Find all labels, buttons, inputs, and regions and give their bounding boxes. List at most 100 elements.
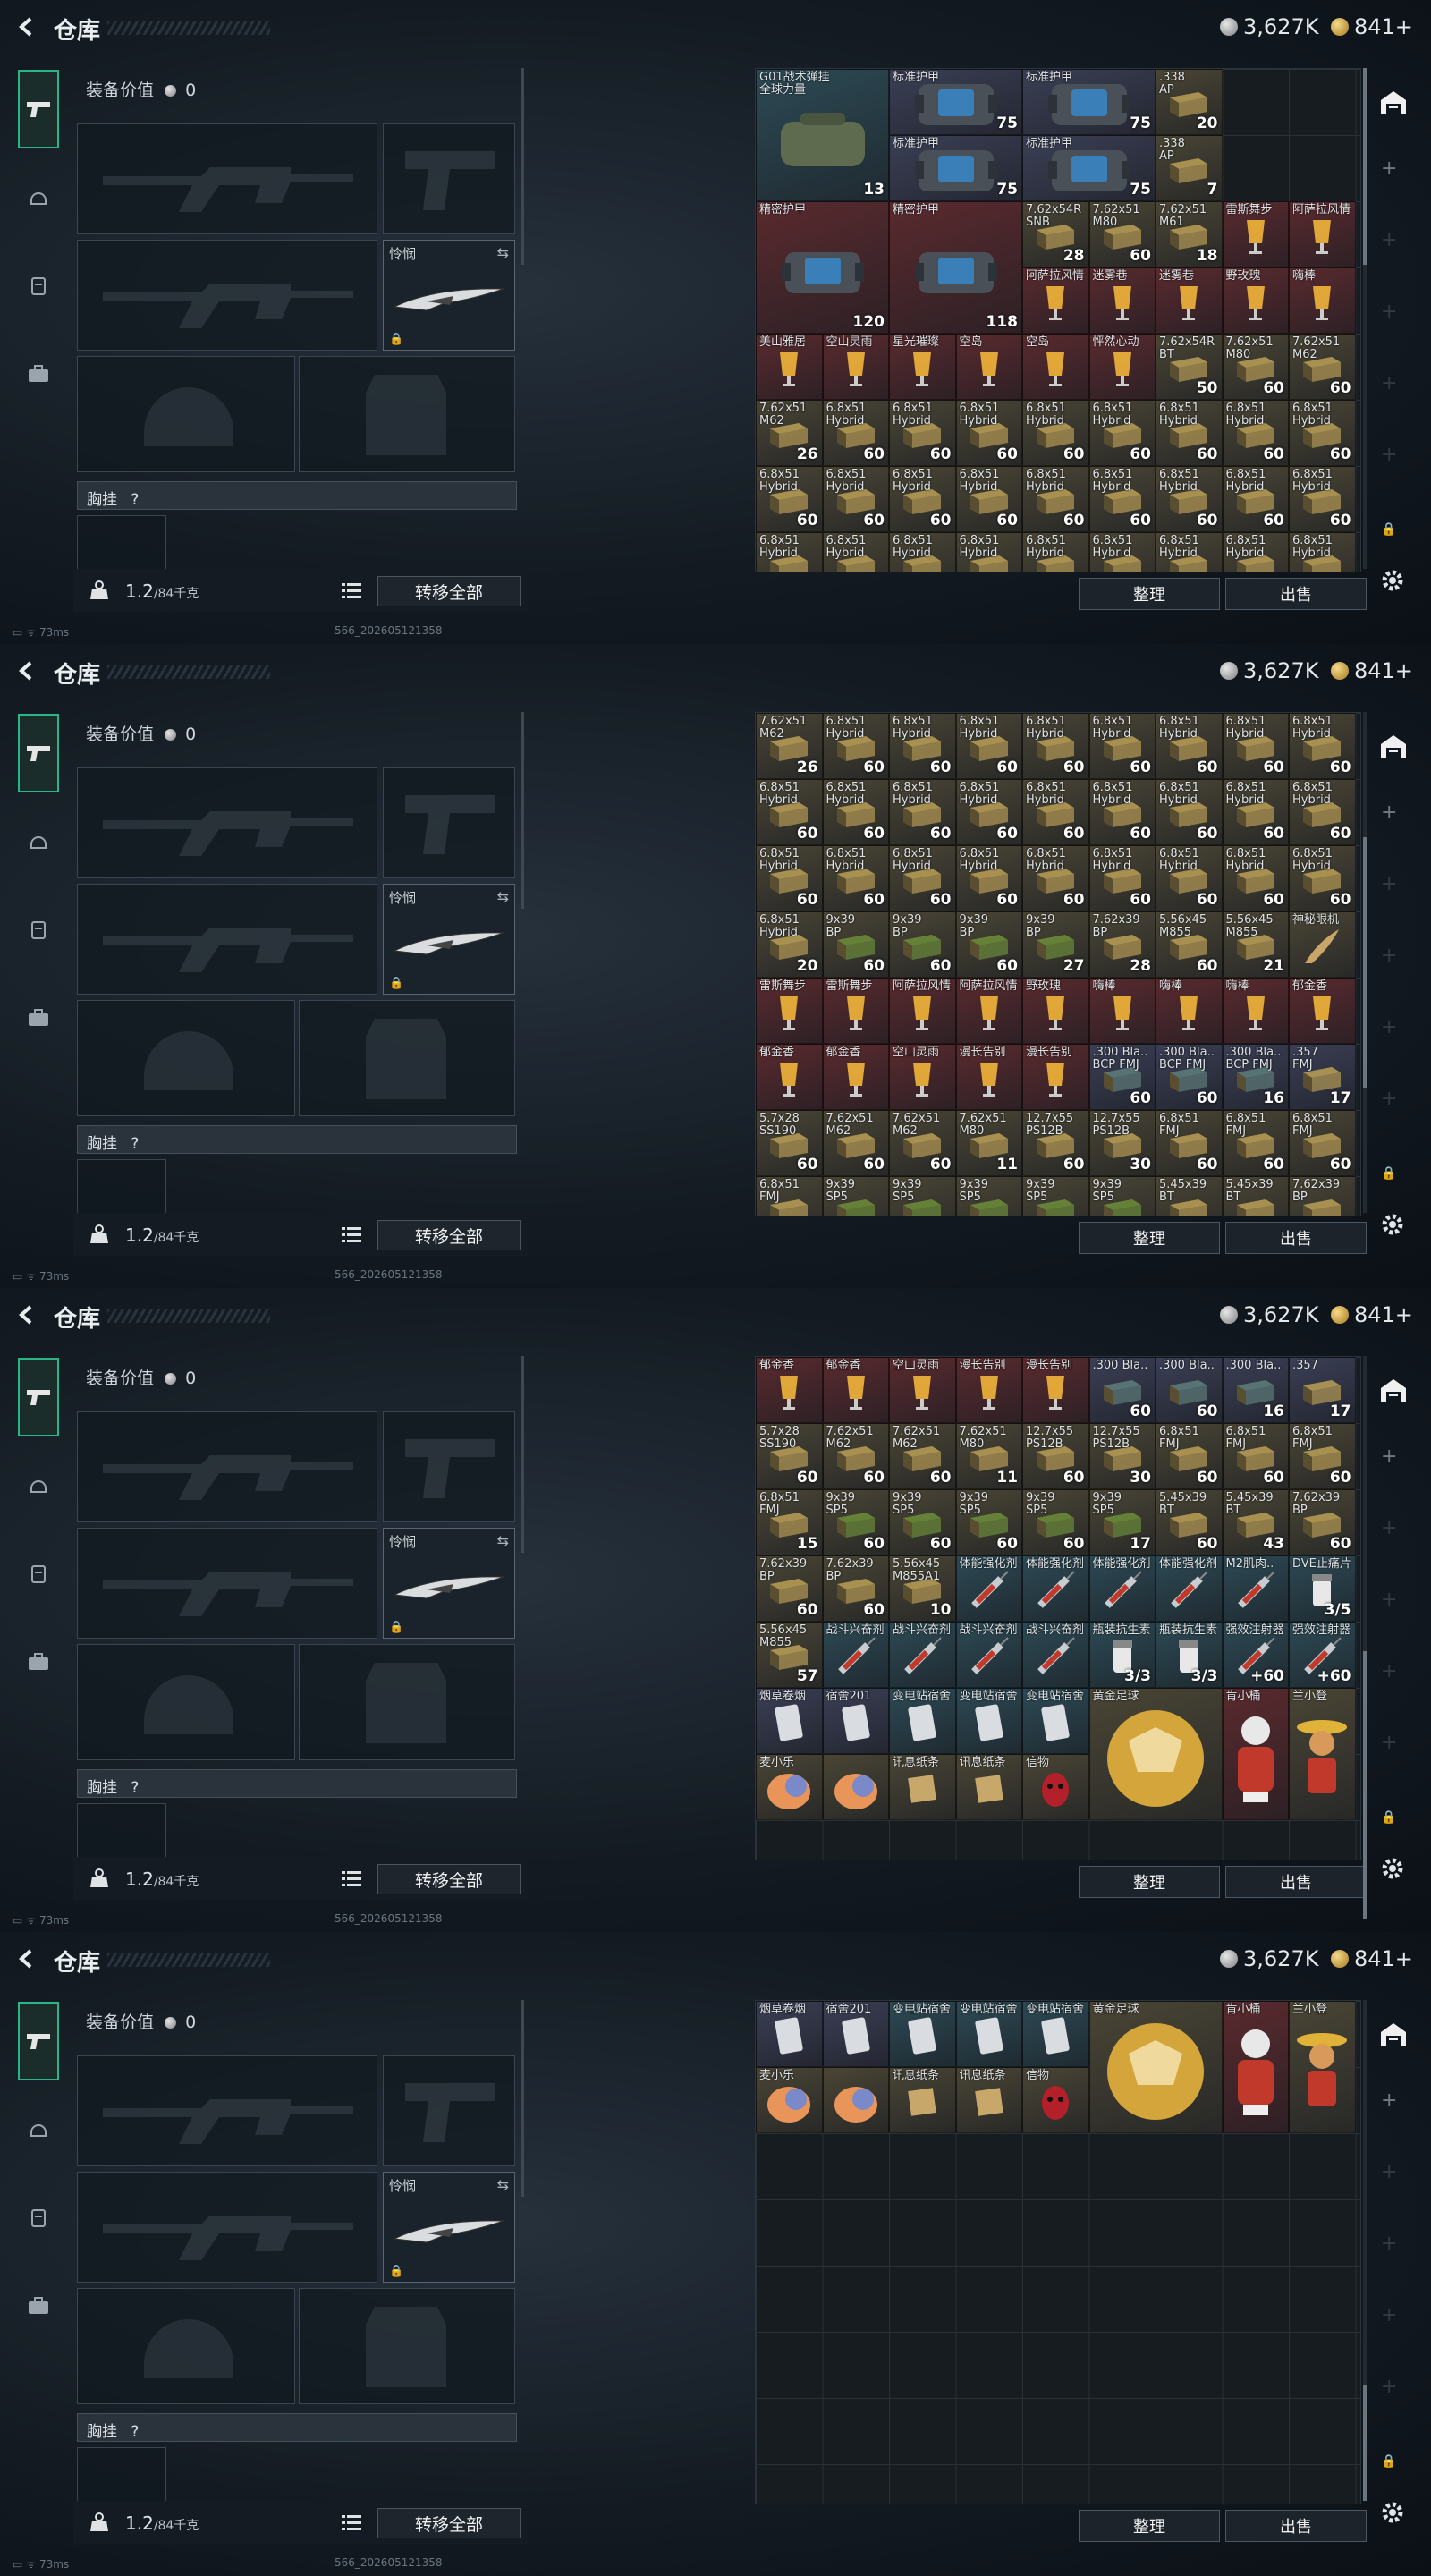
stash-item[interactable]: 6.8x51 Hybrid 60 — [1289, 845, 1356, 911]
stash-item[interactable]: 9x39 SP5 60 — [889, 1489, 956, 1555]
helmet-slot[interactable] — [77, 1000, 295, 1116]
gold-currency[interactable]: 841+ — [1331, 1302, 1413, 1327]
stash-item[interactable]: 6.8x51 FMJ 60 — [1156, 1110, 1223, 1176]
gear-icon[interactable] — [1379, 1211, 1406, 1238]
stash-item[interactable]: 变电站宿舍 — [1022, 1688, 1089, 1754]
stash-item[interactable]: 6.8x51 FMJ 60 — [1156, 1423, 1223, 1489]
stash-item[interactable]: 6.8x51 Hybrid 60 — [955, 466, 1022, 532]
sort-button[interactable]: 整理 — [1079, 1222, 1220, 1254]
stash-item[interactable]: 7.62x51 M62 60 — [889, 1110, 956, 1176]
stash-item[interactable]: 6.8x51 Hybrid 60 — [1289, 713, 1356, 779]
sell-button[interactable]: 出售 — [1225, 2510, 1367, 2542]
stash-item[interactable]: .300 Bla.. 60 — [1088, 1357, 1156, 1423]
transfer-all-button[interactable]: 转移全部 — [377, 1864, 521, 1894]
stash-item[interactable]: 麦小乐 — [756, 1754, 823, 1820]
stash-item[interactable]: 6.8x51 Hybrid — [1156, 532, 1223, 572]
stash-item[interactable]: 7.62x51 M80 60 — [1088, 201, 1156, 267]
list-icon[interactable] — [342, 2513, 361, 2531]
stash-item[interactable]: 体能强化剂 — [1022, 1555, 1089, 1622]
add-page-icon[interactable]: + — [1381, 2304, 1397, 2326]
stash-item[interactable]: 空山灵雨 — [889, 1044, 956, 1110]
stash-item[interactable]: 肯小桶 — [1222, 2001, 1289, 2133]
stash-item[interactable]: 7.62x54R SNB 28 — [1022, 201, 1089, 267]
stash-item[interactable]: 6.8x51 Hybrid 60 — [1022, 779, 1089, 845]
transfer-all-button[interactable]: 转移全部 — [377, 1220, 521, 1250]
stash-item[interactable]: 迷雾巷 — [1156, 267, 1223, 334]
stash-item[interactable]: 阿萨拉风情 — [955, 978, 1022, 1044]
stash-item[interactable]: .300 Bla.. BCP FMJ 60 — [1156, 1044, 1223, 1110]
loadout-scrollbar[interactable] — [521, 712, 524, 909]
loadout-scrollbar[interactable] — [521, 2000, 524, 2197]
stash-item[interactable]: 嗨棒 — [1289, 267, 1356, 334]
stash-item[interactable]: 5.7x28 SS190 60 — [756, 1423, 823, 1489]
chest-rig-slot[interactable] — [77, 1803, 166, 1859]
stash-item[interactable]: 空岛 — [1022, 334, 1089, 400]
stash-item[interactable]: 体能强化剂 — [1156, 1555, 1223, 1622]
primary-weapon-slot[interactable] — [77, 123, 377, 234]
stash-item[interactable]: 嗨棒 — [1222, 978, 1289, 1044]
transfer-all-button[interactable]: 转移全部 — [377, 576, 521, 606]
stash-item[interactable]: 怦然心动 — [1088, 334, 1156, 400]
stash-item[interactable]: 7.62x39 BP — [1289, 1176, 1356, 1216]
stash-item[interactable]: 6.8x51 Hybrid 60 — [889, 466, 956, 532]
stash-item[interactable]: 迷雾巷 — [1088, 267, 1156, 334]
stash-item[interactable]: 5.45x39 BT 43 — [1222, 1489, 1289, 1555]
stash-item[interactable]: 7.62x39 BP 28 — [1088, 911, 1156, 978]
stash-item[interactable]: 阿萨拉风情 — [889, 978, 956, 1044]
stash-item[interactable]: 变电站宿舍 — [955, 2001, 1022, 2067]
add-page-icon[interactable]: + — [1381, 1016, 1397, 1038]
stash-scrollbar-thumb[interactable] — [1363, 1651, 1367, 1919]
stash-item[interactable]: 空山灵雨 — [889, 1357, 956, 1423]
chest-rig-header[interactable]: 胸挂 ? — [77, 2413, 517, 2442]
stash-item[interactable]: 变电站宿舍 — [1022, 2001, 1089, 2067]
stash-item[interactable]: 9x39 SP5 — [955, 1176, 1022, 1216]
stash-scrollbar-thumb[interactable] — [1363, 2385, 1367, 2501]
stash-item[interactable]: 郁金香 — [822, 1044, 889, 1110]
stash-item[interactable]: 9x39 SP5 60 — [822, 1489, 889, 1555]
stash-item[interactable]: 6.8x51 Hybrid 60 — [1289, 466, 1356, 532]
chest-rig-slot[interactable] — [77, 515, 166, 571]
stash-item[interactable]: 瓶装抗生素 3/3 — [1156, 1622, 1223, 1688]
stash-item[interactable]: .357 FMJ 17 — [1289, 1044, 1356, 1110]
sell-button[interactable]: 出售 — [1225, 1866, 1367, 1898]
stash-item[interactable]: 郁金香 — [756, 1357, 823, 1423]
primary-weapon-slot[interactable] — [77, 767, 377, 878]
silver-currency[interactable]: 3,627K — [1220, 1302, 1318, 1327]
stash-item[interactable]: 6.8x51 Hybrid 60 — [955, 845, 1022, 911]
stash-item[interactable]: 6.8x51 Hybrid 60 — [889, 400, 956, 466]
stash-item[interactable]: 7.62x39 BP 60 — [1289, 1489, 1356, 1555]
tab-backpack[interactable] — [18, 356, 59, 392]
stash-item[interactable]: 6.8x51 Hybrid 60 — [955, 713, 1022, 779]
add-page-icon[interactable]: + — [1381, 1660, 1397, 1682]
stash-item[interactable]: 7.62x51 M61 18 — [1156, 201, 1223, 267]
silver-currency[interactable]: 3,627K — [1220, 658, 1318, 683]
tab-backpack[interactable] — [18, 2288, 59, 2324]
stash-item[interactable]: 讯息纸条 — [955, 2067, 1022, 2133]
stash-item[interactable]: 7.62x54R BT 50 — [1156, 334, 1223, 400]
stash-item[interactable]: .338 AP 7 — [1156, 135, 1223, 201]
chest-rig-header[interactable]: 胸挂 ? — [77, 481, 517, 510]
back-button[interactable] — [13, 657, 41, 685]
stash-item[interactable]: 精密护甲 120 — [756, 201, 889, 334]
stash-item[interactable]: 5.45x39 BT 60 — [1156, 1489, 1223, 1555]
stash-grid[interactable]: 7.62x51 M62 26 6.8x51 Hybrid 60 6.8x51 Hybri… — [755, 712, 1361, 1216]
stash-item[interactable]: 6.8x51 Hybrid 20 — [756, 911, 823, 978]
add-page-icon[interactable]: + — [1381, 2233, 1397, 2255]
melee-slot[interactable]: 怜悯 ⇆ 🔒 — [383, 1528, 515, 1639]
stash-item[interactable]: 6.8x51 Hybrid 60 — [1022, 466, 1089, 532]
stash-item[interactable]: 6.8x51 Hybrid 60 — [1022, 845, 1089, 911]
stash-item[interactable]: 7.62x51 M62 60 — [1289, 334, 1356, 400]
gear-icon[interactable] — [1379, 2499, 1406, 2526]
stash-item[interactable]: 6.8x51 FMJ 60 — [1222, 1110, 1289, 1176]
stash-item[interactable]: 9x39 SP5 — [889, 1176, 956, 1216]
stash-item[interactable]: .338 AP 20 — [1156, 69, 1223, 135]
stash-item[interactable]: 麦小乐 — [756, 2067, 823, 2133]
add-page-icon[interactable]: + — [1381, 945, 1397, 967]
stash-item[interactable]: 6.8x51 Hybrid 60 — [756, 466, 823, 532]
stash-item[interactable]: 雷斯舞步 — [756, 978, 823, 1044]
tab-rig[interactable] — [18, 912, 59, 948]
stash-item[interactable]: 强效注射器 +60 — [1222, 1622, 1289, 1688]
stash-grid[interactable]: G01战术弹挂 全球力量 13 标准护甲 75 标准护甲 75 .338 AP 20 标准护甲 7… — [755, 68, 1361, 572]
stash-item[interactable]: 空山灵雨 — [822, 334, 889, 400]
stash-item[interactable]: 6.8x51 Hybrid 60 — [955, 400, 1022, 466]
